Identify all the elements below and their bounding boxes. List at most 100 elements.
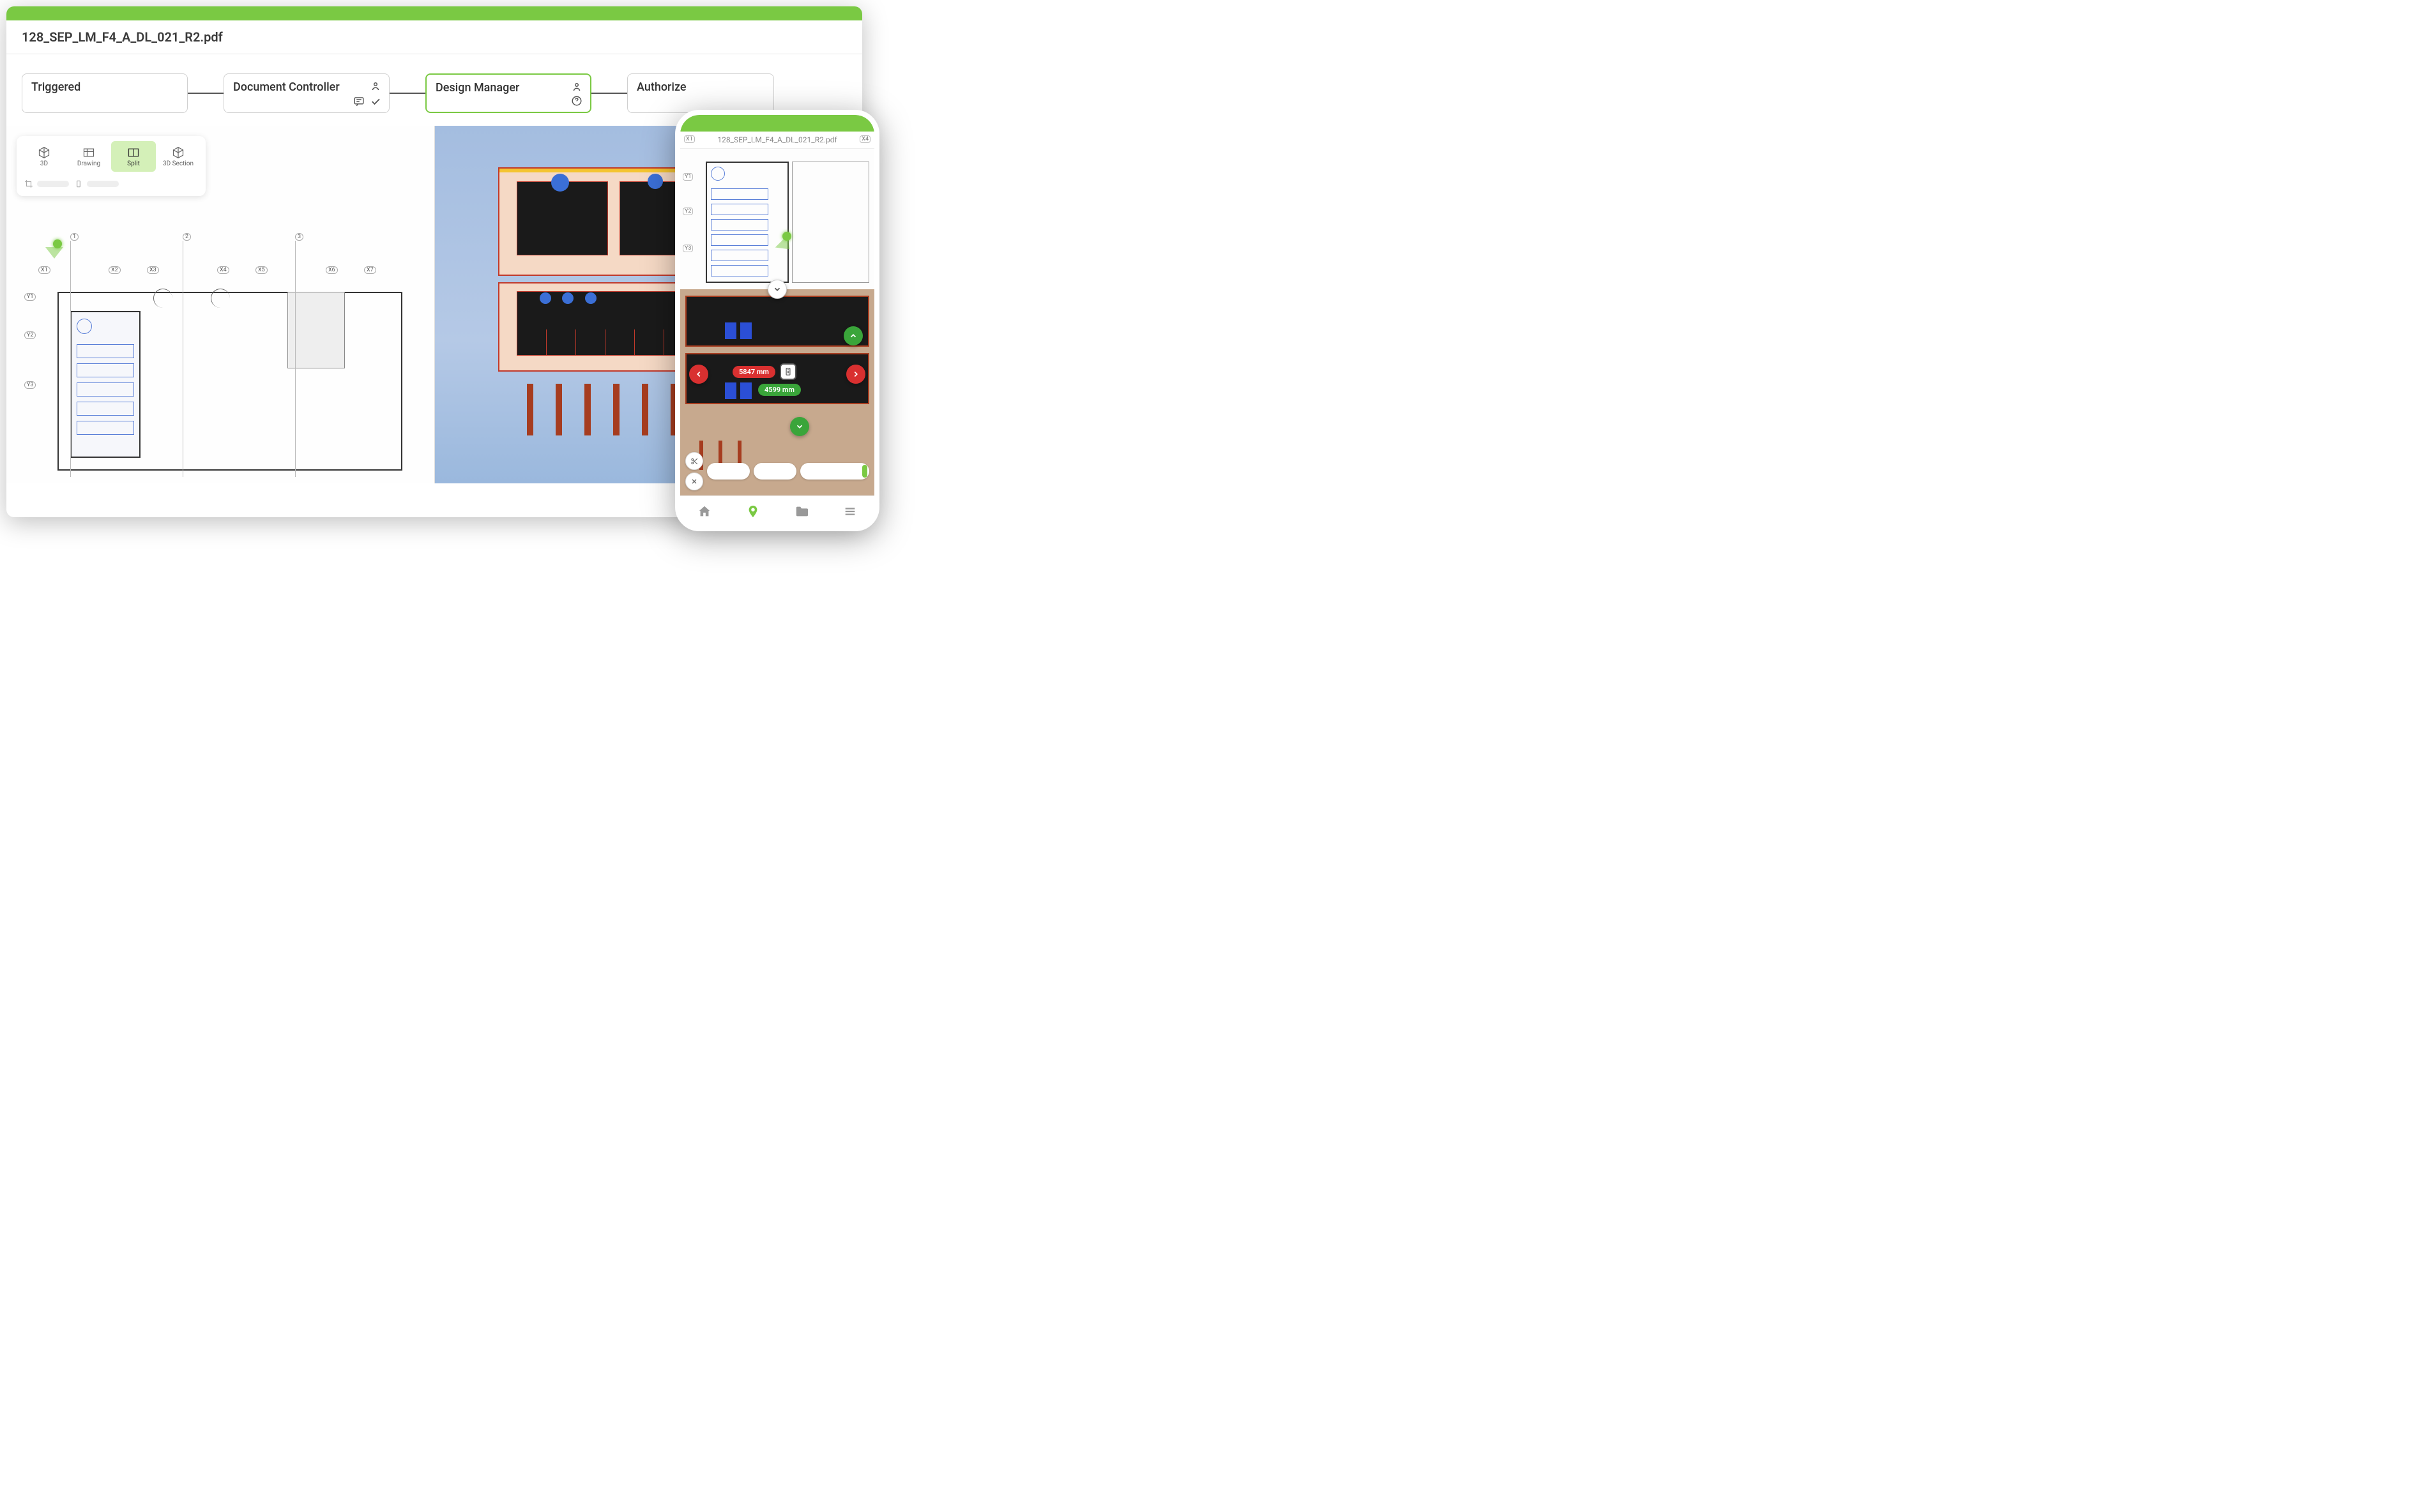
close-icon: [690, 478, 698, 485]
split-icon: [127, 146, 140, 159]
fixture-row: [77, 344, 134, 358]
tabbar-home[interactable]: [697, 504, 711, 518]
fixture-row: [711, 250, 768, 261]
measurement-height: 4599 mm: [758, 384, 801, 396]
view-tabs: 3D Drawing Split 3D Section: [22, 141, 201, 172]
y-axis: Y2: [24, 331, 36, 339]
location-icon: [746, 504, 760, 518]
room-block: [792, 162, 869, 283]
equipment: [740, 322, 752, 339]
duct-icon: [585, 292, 597, 304]
workflow-step-triggered[interactable]: Triggered: [22, 73, 188, 113]
window-top-bar: [6, 6, 862, 20]
workflow-connector: [390, 93, 425, 94]
y-axis: Y3: [24, 381, 36, 389]
workflow-step-design-manager[interactable]: Design Manager: [425, 73, 591, 113]
tab-label: Split: [127, 160, 140, 167]
workflow-label: Document Controller: [233, 80, 380, 94]
equipment: [725, 322, 736, 339]
measurement-width: 5847 mm: [733, 366, 775, 378]
phone-model-pane[interactable]: 5847 mm 4599 mm: [680, 289, 874, 495]
duct-icon: [540, 292, 551, 304]
view-toolbar: 3D Drawing Split 3D Section: [17, 136, 206, 196]
view-tab-3d[interactable]: 3D: [22, 141, 66, 172]
ruler-icon: [784, 367, 793, 376]
pillar: [584, 384, 591, 435]
room-block: [287, 292, 345, 368]
phone-tabbar: [680, 495, 874, 526]
nav-up-green-button[interactable]: [844, 326, 863, 345]
x-axis-left: X1: [684, 135, 695, 143]
equipment: [740, 382, 752, 399]
model-level-upper: [685, 296, 869, 347]
view-tab-split[interactable]: Split: [111, 141, 156, 172]
fixture-row: [77, 382, 134, 397]
viewpoint-marker[interactable]: [50, 239, 65, 255]
chevron-down-icon: [795, 422, 804, 431]
tabbar-menu[interactable]: [843, 504, 857, 518]
cut-button[interactable]: [685, 452, 703, 470]
view-tab-drawing[interactable]: Drawing: [66, 141, 111, 172]
nav-left-button[interactable]: [689, 365, 708, 384]
comment-icon[interactable]: [353, 96, 365, 107]
tabbar-folder[interactable]: [795, 504, 809, 518]
x-axis: X5: [255, 266, 268, 274]
chevron-up-icon: [849, 331, 858, 340]
duct-icon: [648, 174, 663, 189]
file-title: 128_SEP_LM_F4_A_DL_021_R2.pdf: [22, 29, 847, 45]
workflow-label: Authorize: [637, 80, 764, 94]
floor-outline: [706, 162, 789, 283]
y-axis: Y3: [683, 245, 693, 252]
workflow-footer-icons: [353, 96, 381, 107]
fixture-row: [711, 188, 768, 200]
person-icon: [571, 81, 582, 93]
grid-line: [295, 241, 296, 477]
tab-label: Drawing: [77, 160, 100, 167]
workflow-step-authorize[interactable]: Authorize: [627, 73, 774, 113]
toolbar-pill-2[interactable]: [754, 463, 796, 480]
measure-tool-icon[interactable]: [780, 363, 796, 380]
phone-viewer-toolbar: [685, 452, 869, 490]
check-icon[interactable]: [370, 96, 381, 107]
bathroom-block: [70, 311, 141, 458]
fixture-row: [77, 421, 134, 435]
view-tab-3d-section[interactable]: 3D Section: [156, 141, 201, 172]
y-axis: Y2: [683, 208, 693, 215]
close-button[interactable]: [685, 472, 703, 490]
workflow-connector: [188, 93, 224, 94]
help-icon[interactable]: [571, 95, 582, 107]
nav-down-button[interactable]: [790, 417, 809, 436]
person-icon: [370, 80, 381, 92]
viewpoint-marker[interactable]: [779, 232, 795, 251]
drawing-icon: [82, 146, 95, 159]
nav-right-button[interactable]: [846, 365, 865, 384]
pillar: [613, 384, 620, 435]
nav-up-button[interactable]: [768, 280, 787, 299]
toolbar-pill-1[interactable]: [707, 463, 750, 480]
fit-control[interactable]: [74, 179, 119, 188]
workflow-step-document-controller[interactable]: Document Controller: [224, 73, 390, 113]
pillar: [642, 384, 648, 435]
door-arc: [211, 289, 230, 308]
fixture-row: [711, 234, 768, 246]
device-icon: [74, 179, 83, 188]
placeholder-pill: [87, 181, 119, 187]
placeholder-pill: [37, 181, 69, 187]
crop-control[interactable]: [24, 179, 69, 188]
toolbar-pill-accent[interactable]: [800, 463, 869, 480]
x-axis: X1: [38, 266, 50, 274]
tabbar-location[interactable]: [746, 504, 760, 518]
workflow-footer-icons: [571, 95, 582, 107]
chevron-right-icon: [851, 370, 860, 379]
chevron-left-icon: [694, 370, 703, 379]
wall-panel: [517, 181, 608, 255]
toilet-fixture: [711, 167, 725, 181]
door-arc: [153, 289, 172, 308]
grid-label: 3: [295, 233, 303, 241]
phone-drawing-pane[interactable]: Y1 Y2 Y3: [680, 149, 874, 289]
grid-label: 2: [183, 233, 191, 241]
y-axis: Y1: [24, 293, 36, 301]
grid-line: [70, 241, 71, 477]
phone-content: Y1 Y2 Y3: [680, 149, 874, 495]
louvers: [517, 329, 692, 354]
